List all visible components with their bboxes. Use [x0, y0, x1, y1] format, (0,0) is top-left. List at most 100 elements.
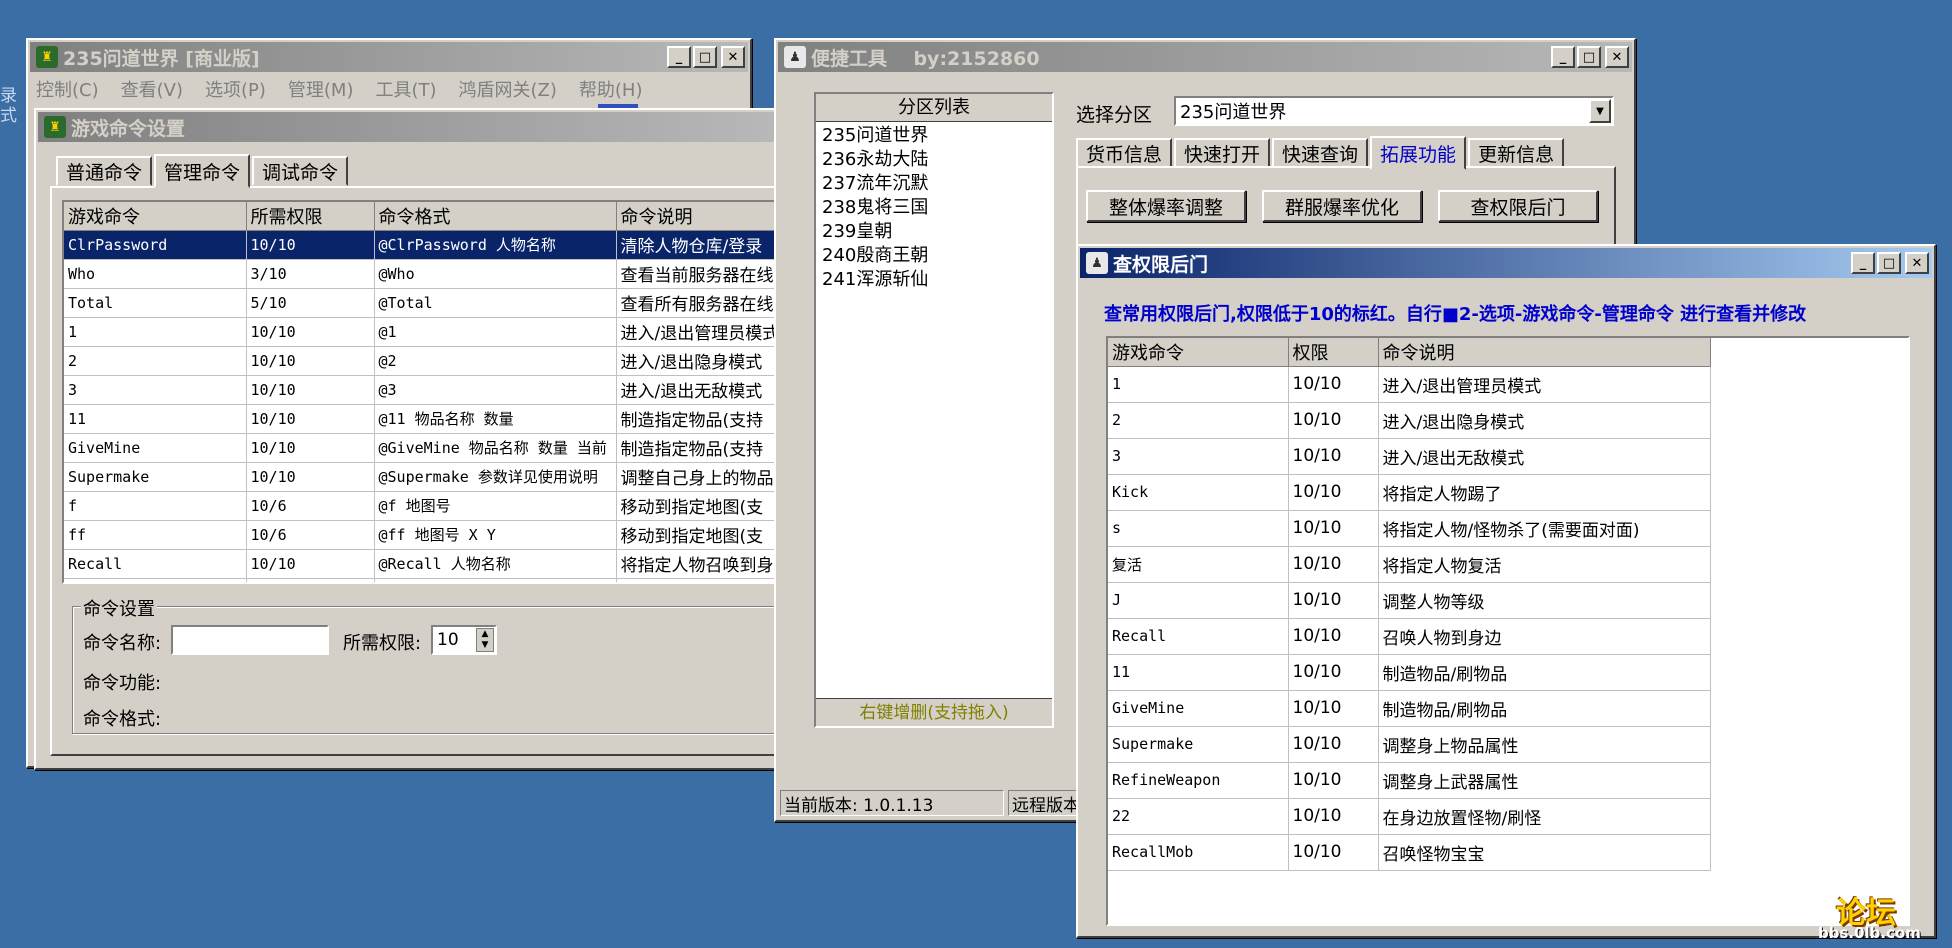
maximize-button[interactable]: □ [693, 46, 717, 68]
table-row[interactable]: Total 5/10 @Total 查看所有服务器在线 [64, 288, 780, 318]
tab-quick-query[interactable]: 快速查询 [1272, 138, 1369, 168]
tab-update-info[interactable]: 更新信息 [1468, 138, 1565, 168]
table-row[interactable]: 11 10/10 @11 物品名称 数量 制造指定物品(支持 [64, 404, 780, 434]
col-header-permission[interactable]: 所需权限 [246, 202, 375, 231]
col-header-format[interactable]: 命令格式 [374, 202, 617, 231]
maximize-button[interactable]: □ [1577, 46, 1601, 68]
menu-control[interactable]: 控制(C) [36, 76, 99, 102]
close-button[interactable]: ✕ [721, 46, 745, 68]
cell-description: 制造物品/刷物品 [1378, 690, 1711, 727]
chevron-down-icon[interactable]: ▼ [1589, 99, 1611, 123]
cell-command: 1 [1108, 366, 1289, 403]
command-grid: 游戏命令 所需权限 命令格式 命令说明 ClrPassword 10/10 @Clr… [64, 202, 780, 582]
cell-permission: 10/10 [1288, 510, 1379, 547]
cell-command: ff [64, 520, 247, 550]
table-row[interactable]: 1 10/10 进入/退出管理员模式 [1108, 366, 1711, 403]
partition-item[interactable]: 240殷商王朝 [822, 244, 1052, 268]
table-row[interactable]: 明晓10/10@明晓 人物名称明晓指定人物(支持 [64, 578, 780, 582]
partition-item[interactable]: 235问道世界 [822, 124, 1052, 148]
table-row[interactable]: f 10/6 @f 地图号 移动到指定地图(支 [64, 491, 780, 521]
menu-view[interactable]: 查看(V) [121, 76, 183, 102]
command-table: 游戏命令 所需权限 命令格式 命令说明 ClrPassword 10/10 @Clr… [62, 200, 782, 584]
permission-spinner[interactable]: 10 ▲ ▼ [431, 625, 497, 655]
cell-description: 进入/退出管理员模式 [1378, 366, 1711, 403]
check-permission-backdoor-button[interactable]: 查权限后门 [1438, 190, 1598, 222]
table-row[interactable]: s 10/10 将指定人物/怪物杀了(需要面对面) [1108, 510, 1711, 547]
partition-item[interactable]: 239皇朝 [822, 220, 1052, 244]
command-name-input[interactable] [171, 625, 329, 655]
cell-command: RecallMob [1108, 834, 1289, 871]
table-row[interactable]: 1 10/10 @1 进入/退出管理员模式 [64, 317, 780, 347]
table-row[interactable]: 2 10/10 进入/退出隐身模式 [1108, 402, 1711, 439]
command-settings-label: 命令设置 [81, 595, 157, 621]
main-window-titlebar: ♜ 235问道世界 [商业版] _ □ ✕ [30, 42, 748, 72]
table-row[interactable]: 3 10/10 @3 进入/退出无敌模式 [64, 375, 780, 405]
table-row[interactable]: 22 10/10 在身边放置怪物/刷怪 [1108, 798, 1711, 835]
cell-permission: 3/10 [246, 259, 375, 289]
col-header-command[interactable]: 游戏命令 [64, 202, 247, 231]
table-row[interactable]: GiveMine 10/10 @GiveMine 物品名称 数量 当前 制造指定物品(… [64, 433, 780, 463]
cell-command: 3 [1108, 438, 1289, 475]
server-drop-optimize-button[interactable]: 群服爆率优化 [1262, 190, 1422, 222]
close-button[interactable]: ✕ [1605, 46, 1629, 68]
cell-command: 2 [1108, 402, 1289, 439]
table-row[interactable]: RefineWeapon 10/10 调整身上武器属性 [1108, 762, 1711, 799]
maximize-button[interactable]: □ [1877, 252, 1901, 274]
menu-options[interactable]: 选项(P) [205, 76, 266, 102]
cell-permission: 10/10 [246, 346, 375, 376]
tool-tabs: 货币信息 快速打开 快速查询 拓展功能 更新信息 [1076, 134, 1566, 170]
table-row[interactable]: Supermake 10/10 @Supermake 参数详见使用说明 调整自己身上的… [64, 462, 780, 492]
cell-format: @Recall 人物名称 [374, 549, 617, 579]
permission-label: 所需权限: [343, 633, 422, 654]
partition-item[interactable]: 238鬼将三国 [822, 196, 1052, 220]
spinner-arrows-icon[interactable]: ▲ ▼ [476, 628, 494, 652]
table-row[interactable]: ff 10/6 @ff 地图号 X Y 移动到指定地图(支 [64, 520, 780, 550]
table-row[interactable]: 11 10/10 制造物品/刷物品 [1108, 654, 1711, 691]
table-row[interactable]: 2 10/10 @2 进入/退出隐身模式 [64, 346, 780, 376]
close-button[interactable]: ✕ [1905, 252, 1929, 274]
table-row[interactable]: 3 10/10 进入/退出无敌模式 [1108, 438, 1711, 475]
tab-normal-commands[interactable]: 普通命令 [56, 156, 153, 186]
table-row[interactable]: J 10/10 调整人物等级 [1108, 582, 1711, 619]
cell-format: @ff 地图号 X Y [374, 520, 617, 550]
desktop-edge-text: 录 式 [0, 86, 17, 126]
table-row[interactable]: 复活 10/10 将指定人物复活 [1108, 546, 1711, 583]
tab-extended-features[interactable]: 拓展功能 [1370, 136, 1467, 170]
drop-rate-adjust-button[interactable]: 整体爆率调整 [1086, 190, 1246, 222]
minimize-button[interactable]: _ [1851, 252, 1875, 274]
partition-item[interactable]: 236永劫大陆 [822, 148, 1052, 172]
table-row[interactable]: GiveMine 10/10 制造物品/刷物品 [1108, 690, 1711, 727]
menu-manage[interactable]: 管理(M) [288, 76, 354, 102]
tab-admin-commands[interactable]: 管理命令 [154, 154, 251, 188]
col-header-permission[interactable]: 权限 [1288, 338, 1379, 367]
table-row[interactable]: Recall 10/10 召唤人物到身边 [1108, 618, 1711, 655]
tab-currency-info[interactable]: 货币信息 [1076, 138, 1173, 168]
permission-notice: 查常用权限后门,权限低于10的标红。自行■2-选项-游戏命令-管理命令 进行查看… [1104, 304, 1807, 325]
cell-description: 制造指定物品(支持 [616, 404, 780, 434]
partition-select[interactable]: 235问道世界 ▼ [1174, 96, 1614, 126]
col-header-command[interactable]: 游戏命令 [1108, 338, 1289, 367]
menu-help[interactable]: 帮助(H) [579, 76, 643, 102]
table-row[interactable]: Recall 10/10 @Recall 人物名称 将指定人物召唤到身 [64, 549, 780, 579]
table-row[interactable]: Who 3/10 @Who 查看当前服务器在线 [64, 259, 780, 289]
partition-item[interactable]: 241浑源斩仙 [822, 268, 1052, 292]
minimize-button[interactable]: _ [667, 46, 691, 68]
cell-command: ClrPassword [64, 230, 247, 260]
game-command-title: 游戏命令设置 [71, 117, 186, 140]
tab-quick-open[interactable]: 快速打开 [1174, 138, 1271, 168]
col-header-description[interactable]: 命令说明 [616, 202, 780, 231]
cell-permission: 10/10 [1288, 834, 1379, 871]
table-row[interactable]: Kick 10/10 将指定人物踢了 [1108, 474, 1711, 511]
permission-table: 游戏命令 权限 命令说明 1 10/10 进入/退出管理员模式 2 10/10 进入/退出… [1106, 336, 1910, 926]
app-icon: ♜ [44, 116, 66, 138]
partition-item[interactable]: 237流年沉默 [822, 172, 1052, 196]
forum-url: bbs.0lb.com [1818, 924, 1921, 942]
table-row[interactable]: RecallMob 10/10 召唤怪物宝宝 [1108, 834, 1711, 871]
col-header-description[interactable]: 命令说明 [1378, 338, 1711, 367]
minimize-button[interactable]: _ [1551, 46, 1575, 68]
menu-gateway[interactable]: 鸿盾网关(Z) [459, 76, 557, 102]
table-row[interactable]: ClrPassword 10/10 @ClrPassword 人物名称 清除人物仓库/… [64, 230, 780, 260]
menu-tools[interactable]: 工具(T) [375, 76, 436, 102]
table-row[interactable]: Supermake 10/10 调整身上物品属性 [1108, 726, 1711, 763]
tab-debug-commands[interactable]: 调试命令 [252, 156, 349, 186]
